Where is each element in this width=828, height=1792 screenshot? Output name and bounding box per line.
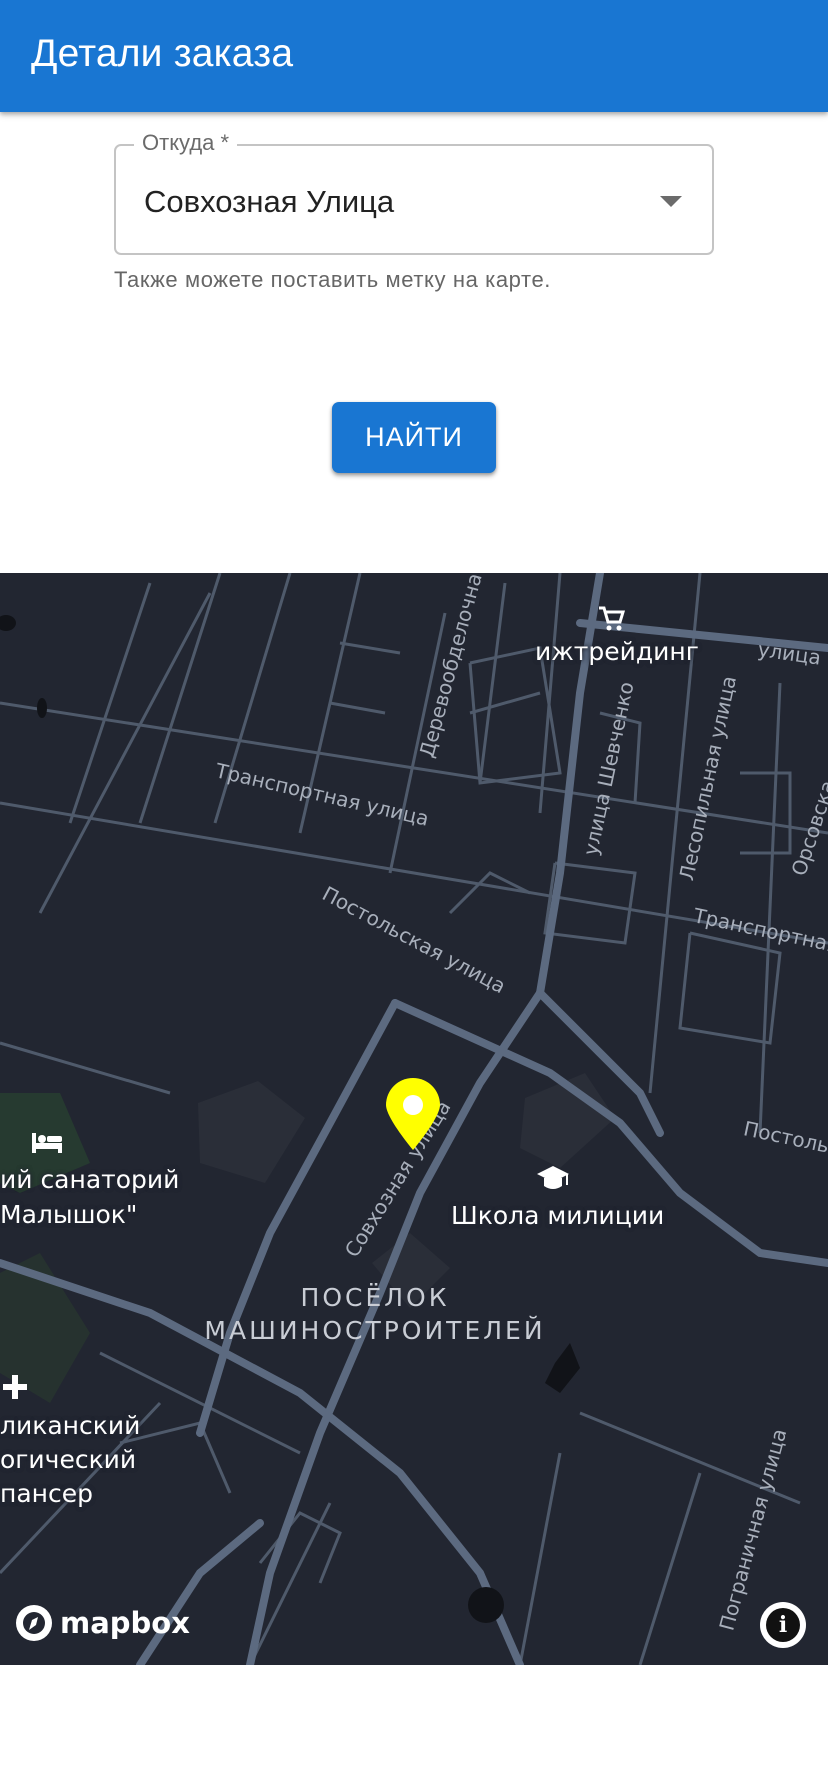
helper-text: Также можете поставить метку на карте. [114,267,551,292]
poi-label-sanatorium-line1: ий санаторий [0,1165,180,1194]
from-value: Совхозная Улица [144,184,395,219]
app-bar: Детали заказа [0,0,828,112]
find-button[interactable]: НАЙТИ [332,402,496,473]
chevron-down-icon[interactable] [660,196,682,207]
bed-icon [32,1133,62,1153]
map[interactable]: Деревообделочна улица Транспортная улица… [0,573,828,1665]
location-pin-icon[interactable] [383,1078,443,1152]
cart-icon [599,606,626,631]
mapbox-logo-icon [16,1605,52,1641]
page-title: Детали заказа [31,32,294,75]
info-button[interactable]: i [760,1602,806,1648]
from-label: Откуда * [134,130,238,156]
poi-label-sanatorium-line2: Малышок" [0,1200,138,1229]
from-select[interactable]: Откуда * Совхозная Улица [114,130,714,255]
info-icon: i [766,1608,800,1642]
district-label-line2: МАШИНОСТРОИТЕЛЕЙ [204,1316,546,1345]
district-label: ПОСЁЛОК МАШИНОСТРОИТЕЛЕЙ [204,1281,546,1347]
poi-label-shop: ижтрейдинг [535,637,699,666]
poi-label-school: Школа милиции [451,1201,665,1230]
poi-label-dispensary-line1: ликанский [0,1411,141,1440]
poi-label-dispensary-line2: огический [0,1445,137,1474]
mapbox-wordmark: mapbox [60,1606,190,1640]
mapbox-logo[interactable]: mapbox [14,1603,190,1643]
hospital-cross-icon [3,1375,27,1399]
poi-label-dispensary-line3: пансер [0,1479,94,1508]
graduation-cap-icon [537,1166,569,1189]
district-label-line1: ПОСЁЛОК [300,1283,450,1312]
